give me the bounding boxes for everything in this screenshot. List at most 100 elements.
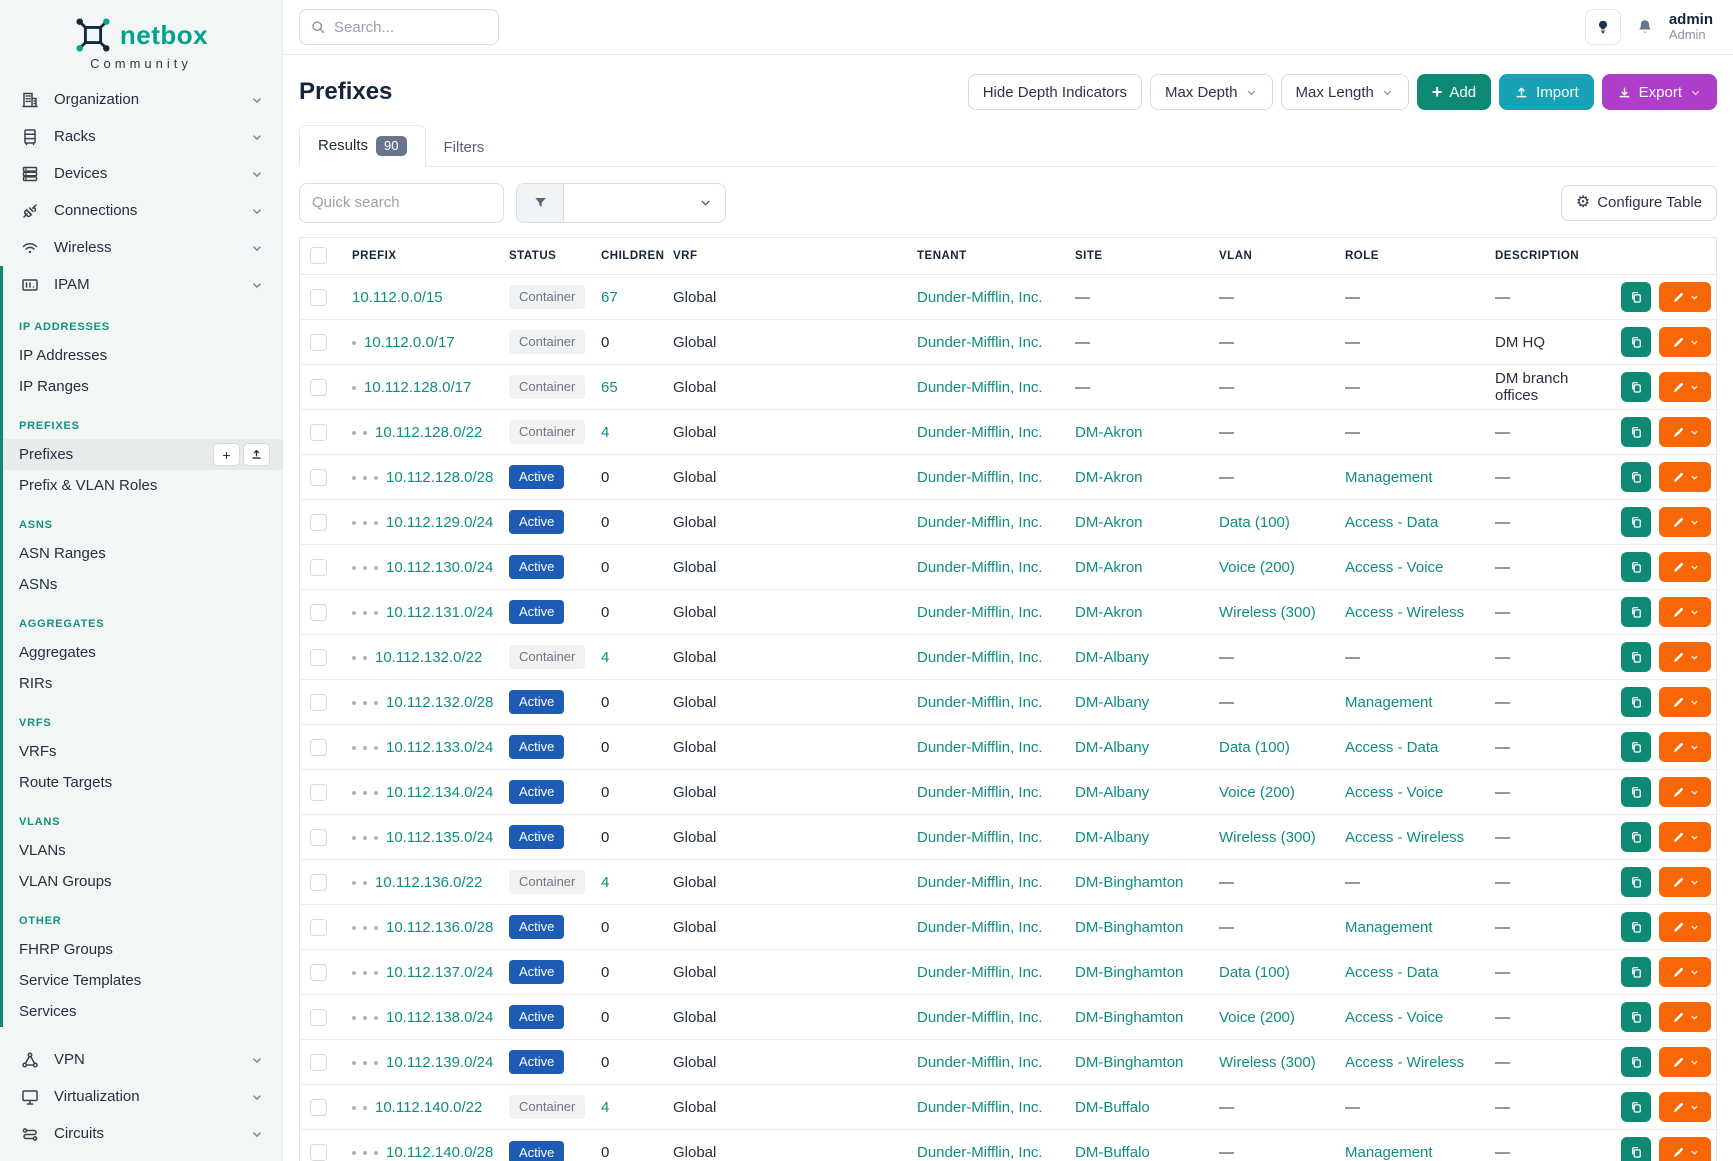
- sidebar-item-prefixes[interactable]: Prefixes +: [3, 439, 282, 470]
- quick-add-button[interactable]: +: [213, 443, 240, 466]
- prefix-link[interactable]: 10.112.139.0/24: [386, 1054, 493, 1071]
- tenant-link[interactable]: Dunder-Mifflin, Inc.: [917, 604, 1043, 621]
- tenant-link[interactable]: Dunder-Mifflin, Inc.: [917, 1054, 1043, 1071]
- row-checkbox[interactable]: [310, 784, 327, 801]
- role-link[interactable]: Access - Wireless: [1345, 1054, 1464, 1071]
- edit-dropdown-button[interactable]: [1659, 1137, 1711, 1161]
- copy-button[interactable]: [1621, 552, 1651, 582]
- column-header-status[interactable]: Status: [499, 238, 591, 275]
- quick-import-button[interactable]: [243, 443, 270, 466]
- row-checkbox[interactable]: [310, 1009, 327, 1026]
- tab-filters[interactable]: Filters: [426, 129, 503, 166]
- children-count-link[interactable]: 4: [601, 1099, 609, 1116]
- prefix-link[interactable]: 10.112.138.0/24: [386, 1009, 493, 1026]
- column-header-role[interactable]: Role: [1335, 238, 1485, 275]
- vlan-link[interactable]: Wireless (300): [1219, 829, 1316, 846]
- copy-button[interactable]: [1621, 327, 1651, 357]
- copy-button[interactable]: [1621, 777, 1651, 807]
- row-checkbox[interactable]: [310, 514, 327, 531]
- prefix-link[interactable]: 10.112.128.0/28: [386, 469, 493, 486]
- sidebar-item-racks[interactable]: Racks: [0, 118, 282, 155]
- filter-funnel-button[interactable]: [517, 184, 564, 222]
- site-link[interactable]: DM-Albany: [1075, 694, 1149, 711]
- prefix-link[interactable]: 10.112.0.0/17: [364, 334, 455, 351]
- copy-button[interactable]: [1621, 867, 1651, 897]
- tenant-link[interactable]: Dunder-Mifflin, Inc.: [917, 514, 1043, 531]
- prefix-link[interactable]: 10.112.132.0/28: [386, 694, 493, 711]
- children-count-link[interactable]: 4: [601, 424, 609, 441]
- site-link[interactable]: DM-Albany: [1075, 649, 1149, 666]
- prefix-link[interactable]: 10.112.0.0/15: [352, 289, 443, 306]
- row-checkbox[interactable]: [310, 919, 327, 936]
- max-length-dropdown[interactable]: Max Length: [1281, 74, 1409, 110]
- row-checkbox[interactable]: [310, 1054, 327, 1071]
- row-checkbox[interactable]: [310, 1144, 327, 1161]
- column-header-children[interactable]: Children: [591, 238, 663, 275]
- row-checkbox[interactable]: [310, 334, 327, 351]
- saved-filter-select[interactable]: [564, 184, 725, 222]
- role-link[interactable]: Access - Wireless: [1345, 829, 1464, 846]
- sidebar-item-rirs[interactable]: RIRs: [3, 668, 282, 699]
- sidebar-item-circuits[interactable]: Circuits: [0, 1115, 282, 1152]
- row-checkbox[interactable]: [310, 829, 327, 846]
- vlan-link[interactable]: Wireless (300): [1219, 1054, 1316, 1071]
- tab-results[interactable]: Results 90: [299, 125, 426, 167]
- sidebar-item-ip-addresses[interactable]: IP Addresses: [3, 340, 282, 371]
- role-link[interactable]: Management: [1345, 919, 1433, 936]
- copy-button[interactable]: [1621, 822, 1651, 852]
- column-header-description[interactable]: Description: [1485, 238, 1611, 275]
- vlan-link[interactable]: Voice (200): [1219, 559, 1295, 576]
- prefix-link[interactable]: 10.112.129.0/24: [386, 514, 493, 531]
- role-link[interactable]: Access - Voice: [1345, 559, 1443, 576]
- tenant-link[interactable]: Dunder-Mifflin, Inc.: [917, 694, 1043, 711]
- prefix-link[interactable]: 10.112.140.0/22: [375, 1099, 482, 1116]
- site-link[interactable]: DM-Akron: [1075, 559, 1143, 576]
- children-count-link[interactable]: 67: [601, 289, 618, 306]
- sidebar-item-vrfs[interactable]: VRFs: [3, 736, 282, 767]
- edit-dropdown-button[interactable]: [1659, 417, 1711, 447]
- vlan-link[interactable]: Voice (200): [1219, 784, 1295, 801]
- vlan-link[interactable]: Voice (200): [1219, 1009, 1295, 1026]
- copy-button[interactable]: [1621, 1002, 1651, 1032]
- column-header-tenant[interactable]: Tenant: [907, 238, 1065, 275]
- sidebar-item-aggregates[interactable]: Aggregates: [3, 637, 282, 668]
- tenant-link[interactable]: Dunder-Mifflin, Inc.: [917, 874, 1043, 891]
- tenant-link[interactable]: Dunder-Mifflin, Inc.: [917, 559, 1043, 576]
- role-link[interactable]: Access - Voice: [1345, 1009, 1443, 1026]
- prefix-link[interactable]: 10.112.137.0/24: [386, 964, 493, 981]
- prefix-link[interactable]: 10.112.130.0/24: [386, 559, 493, 576]
- row-checkbox[interactable]: [310, 874, 327, 891]
- sidebar-item-vpn[interactable]: VPN: [0, 1041, 282, 1078]
- configure-table-button[interactable]: ⚙ Configure Table: [1561, 185, 1717, 221]
- copy-button[interactable]: [1621, 642, 1651, 672]
- tenant-link[interactable]: Dunder-Mifflin, Inc.: [917, 739, 1043, 756]
- edit-dropdown-button[interactable]: [1659, 327, 1711, 357]
- children-count-link[interactable]: 4: [601, 874, 609, 891]
- site-link[interactable]: DM-Akron: [1075, 469, 1143, 486]
- site-link[interactable]: DM-Akron: [1075, 424, 1143, 441]
- children-count-link[interactable]: 4: [601, 649, 609, 666]
- row-checkbox[interactable]: [310, 1099, 327, 1116]
- prefix-link[interactable]: 10.112.140.0/28: [386, 1144, 493, 1161]
- tenant-link[interactable]: Dunder-Mifflin, Inc.: [917, 379, 1043, 396]
- site-link[interactable]: DM-Buffalo: [1075, 1144, 1150, 1161]
- edit-dropdown-button[interactable]: [1659, 552, 1711, 582]
- row-checkbox[interactable]: [310, 424, 327, 441]
- tenant-link[interactable]: Dunder-Mifflin, Inc.: [917, 289, 1043, 306]
- prefix-link[interactable]: 10.112.133.0/24: [386, 739, 493, 756]
- edit-dropdown-button[interactable]: [1659, 462, 1711, 492]
- copy-button[interactable]: [1621, 1047, 1651, 1077]
- tenant-link[interactable]: Dunder-Mifflin, Inc.: [917, 424, 1043, 441]
- sidebar-item-asns[interactable]: ASNs: [3, 569, 282, 600]
- edit-dropdown-button[interactable]: [1659, 1002, 1711, 1032]
- prefix-link[interactable]: 10.112.132.0/22: [375, 649, 482, 666]
- site-link[interactable]: DM-Binghamton: [1075, 964, 1183, 981]
- notifications-bell-icon[interactable]: [1635, 17, 1655, 37]
- sidebar-item-asn-ranges[interactable]: ASN Ranges: [3, 538, 282, 569]
- sidebar-item-ip-ranges[interactable]: IP Ranges: [3, 371, 282, 402]
- sidebar-item-fhrp-groups[interactable]: FHRP Groups: [3, 934, 282, 965]
- add-button[interactable]: + Add: [1417, 74, 1491, 110]
- site-link[interactable]: DM-Akron: [1075, 604, 1143, 621]
- row-checkbox[interactable]: [310, 469, 327, 486]
- max-depth-dropdown[interactable]: Max Depth: [1150, 74, 1273, 110]
